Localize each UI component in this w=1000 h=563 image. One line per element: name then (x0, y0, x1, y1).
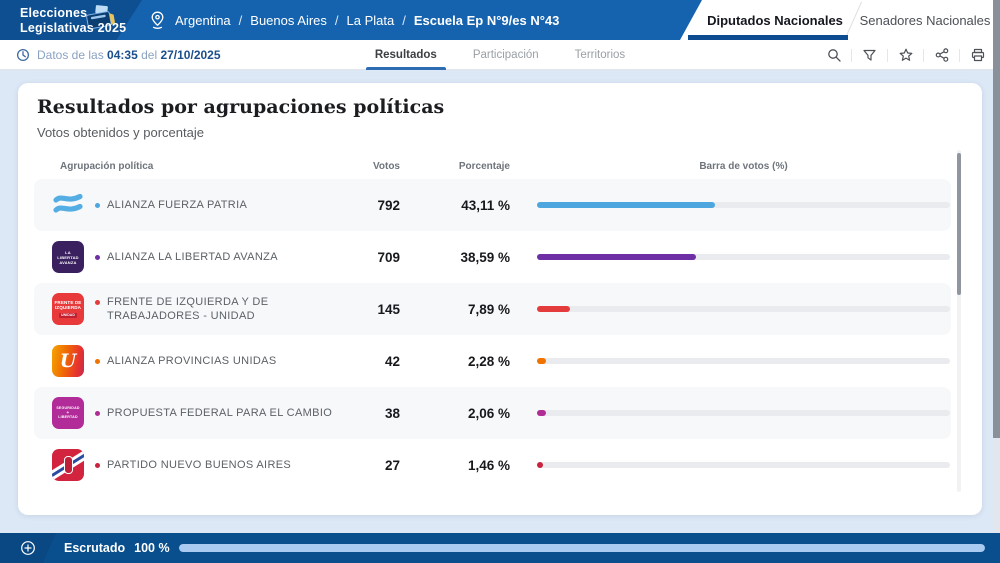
party-color-dot (95, 255, 100, 260)
column-header-votes: Votos (320, 161, 400, 172)
brand-line1: Elecciones (20, 6, 126, 21)
party-logo-partido-nuevo-buenos-aires (52, 449, 84, 481)
table-row: PARTIDO NUEVO BUENOS AIRES 27 1,46 % (18, 439, 982, 491)
percentage-value: 2,06 % (418, 387, 510, 439)
table-row: SEGURIDAD + LIBERTAD PROPUESTA FEDERAL P… (18, 387, 982, 439)
party-name: PROPUESTA FEDERAL PARA EL CAMBIO (107, 406, 332, 421)
vote-bar (537, 202, 950, 208)
percentage-value: 1,46 % (418, 439, 510, 491)
column-header-bar: Barra de votos (%) (537, 161, 950, 172)
party-name: ALIANZA FUERZA PATRIA (107, 198, 247, 213)
party-color-dot (95, 203, 100, 208)
vote-bar (537, 462, 950, 468)
filter-icon[interactable] (861, 47, 878, 64)
print-icon[interactable] (969, 47, 986, 64)
card-subtitle: Votos obtenidos y porcentaje (37, 125, 204, 140)
vote-bar (537, 306, 950, 312)
vote-bar-fill (537, 462, 543, 468)
votes-value: 792 (320, 179, 400, 231)
vote-bar-fill (537, 254, 696, 260)
toolbar-actions (825, 40, 986, 70)
votes-value: 42 (320, 335, 400, 387)
column-header-percentage: Porcentaje (418, 161, 510, 172)
tab-senadores-nacionales[interactable]: Senadores Nacionales (855, 0, 995, 40)
escrutado-progress-track (179, 544, 985, 552)
percentage-value: 7,89 % (418, 283, 510, 335)
party-logo-frente-de-izquierda: FRENTE DE IZQUIERDA UNIDAD (52, 293, 84, 325)
results-table: ALIANZA FUERZA PATRIA 792 43,11 % LA LIB… (18, 179, 982, 491)
party-logo-propuesta-federal: SEGURIDAD + LIBERTAD (52, 397, 84, 429)
party-name: ALIANZA PROVINCIAS UNIDAS (107, 354, 277, 369)
election-type-tabs: Diputados Nacionales Senadores Nacionale… (650, 0, 1000, 40)
table-row: FRENTE DE IZQUIERDA UNIDAD FRENTE DE IZQ… (18, 283, 982, 335)
table-scrollbar[interactable] (957, 150, 961, 492)
vote-bar (537, 410, 950, 416)
page-scrollbar[interactable] (993, 0, 1000, 533)
party-color-dot (95, 463, 100, 468)
brand-line2: Legislativas 2025 (20, 21, 126, 36)
column-header-party: Agrupación política (60, 161, 153, 172)
zoom-plus-button[interactable] (20, 540, 36, 561)
toolbar: Datos de las 04:35 del 27/10/2025 Result… (0, 40, 1000, 70)
escrutado-value: 100 % (134, 541, 169, 555)
party-color-dot (95, 411, 100, 416)
votes-value: 145 (320, 283, 400, 335)
breadcrumb-separator: / (335, 13, 339, 28)
icon-divider (887, 49, 888, 62)
vote-bar-fill (537, 358, 546, 364)
tab-resultados[interactable]: Resultados (372, 40, 440, 70)
party-logo-la-libertad-avanza: LA LIBERTAD AVANZA (52, 241, 84, 273)
tab-participacion[interactable]: Participación (470, 40, 542, 70)
breadcrumb-item-school[interactable]: Escuela Ep N°9/es N°43 (414, 13, 560, 28)
vote-bar-fill (537, 410, 546, 416)
search-icon[interactable] (825, 47, 842, 64)
table-row: ALIANZA FUERZA PATRIA 792 43,11 % (18, 179, 982, 231)
vote-bar (537, 254, 950, 260)
vote-bar-fill (537, 306, 570, 312)
party-logo-fuerza-patria (52, 189, 84, 221)
party-color-dot (95, 300, 100, 305)
table-scrollbar-thumb[interactable] (957, 153, 961, 295)
percentage-value: 38,59 % (418, 231, 510, 283)
tab-diputados-nacionales[interactable]: Diputados Nacionales (700, 0, 850, 40)
escrutado-label: Escrutado (64, 541, 125, 555)
footer-bar: Escrutado 100 % (0, 533, 1000, 563)
results-card: Resultados por agrupaciones políticas Vo… (18, 83, 982, 515)
votes-value: 709 (320, 231, 400, 283)
icon-divider (959, 49, 960, 62)
card-title: Resultados por agrupaciones políticas (37, 96, 444, 118)
escrutado-progress: Escrutado 100 % (64, 533, 985, 563)
breadcrumb-separator: / (239, 13, 243, 28)
escrutado-progress-fill (179, 544, 985, 552)
icon-divider (923, 49, 924, 62)
location-pin-icon (150, 11, 165, 29)
breadcrumb-item-province[interactable]: Buenos Aires (250, 13, 327, 28)
breadcrumb-separator: / (402, 13, 406, 28)
breadcrumb: Argentina / Buenos Aires / La Plata / Es… (150, 0, 559, 40)
active-tab-underline (688, 35, 848, 40)
votes-value: 27 (320, 439, 400, 491)
party-name: PARTIDO NUEVO BUENOS AIRES (107, 458, 291, 473)
vote-bar-fill (537, 202, 715, 208)
breadcrumb-item-country[interactable]: Argentina (175, 13, 231, 28)
table-row: U ALIANZA PROVINCIAS UNIDAS 42 2,28 % (18, 335, 982, 387)
top-header: Elecciones Legislativas 2025 Argentina /… (0, 0, 1000, 40)
party-logo-provincias-unidas: U (52, 345, 84, 377)
tab-territorios[interactable]: Territorios (572, 40, 628, 70)
icon-divider (851, 49, 852, 62)
breadcrumb-item-city[interactable]: La Plata (347, 13, 395, 28)
votes-value: 38 (320, 387, 400, 439)
percentage-value: 43,11 % (418, 179, 510, 231)
party-color-dot (95, 359, 100, 364)
star-icon[interactable] (897, 47, 914, 64)
table-row: LA LIBERTAD AVANZA ALIANZA LA LIBERTAD A… (18, 231, 982, 283)
page-scrollbar-thumb[interactable] (993, 0, 1000, 438)
brand-logo[interactable]: Elecciones Legislativas 2025 (20, 6, 126, 36)
share-icon[interactable] (933, 47, 950, 64)
party-name: ALIANZA LA LIBERTAD AVANZA (107, 250, 278, 265)
percentage-value: 2,28 % (418, 335, 510, 387)
vote-bar (537, 358, 950, 364)
